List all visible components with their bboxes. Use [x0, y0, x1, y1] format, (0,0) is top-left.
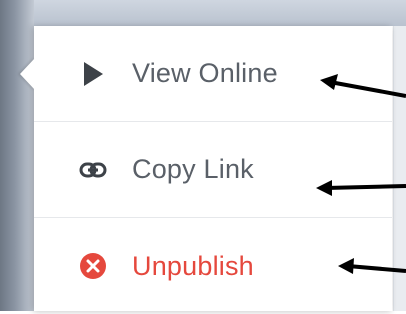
menu-item-label: View Online — [132, 58, 278, 88]
context-menu: View Online Copy Link Unpublish — [34, 26, 392, 311]
sidebar-edge — [0, 0, 34, 311]
menu-item-view-online[interactable]: View Online — [34, 26, 392, 122]
play-icon — [78, 59, 108, 89]
link-icon — [78, 155, 108, 185]
page-edge — [393, 26, 406, 311]
menu-item-label: Unpublish — [132, 250, 254, 281]
menu-item-copy-link[interactable]: Copy Link — [34, 122, 392, 218]
menu-pointer — [20, 58, 35, 90]
menu-item-label: Copy Link — [132, 154, 254, 184]
menu-item-unpublish[interactable]: Unpublish — [34, 218, 392, 314]
toolbar-background — [0, 0, 406, 26]
close-circle-icon — [78, 251, 108, 281]
